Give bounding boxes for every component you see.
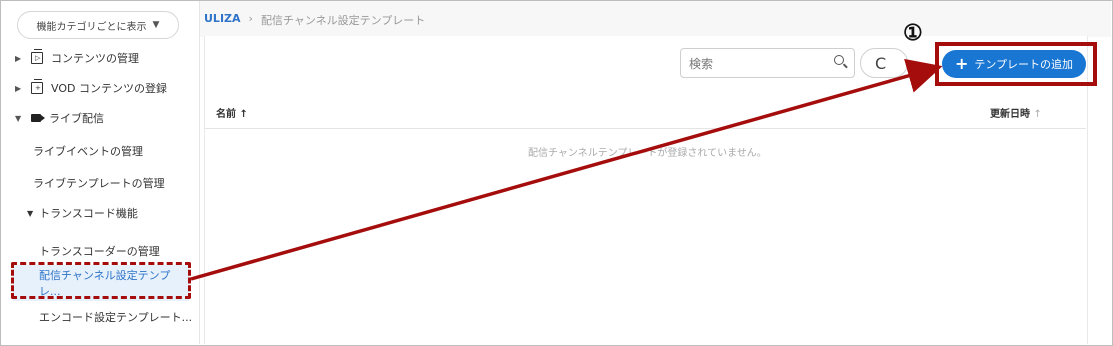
sidebar-item-label: VOD コンテンツの登録 (51, 82, 167, 95)
sidebar-item-live[interactable]: ▼ ライブ配信 (1, 104, 199, 132)
breadcrumb-separator: › (248, 12, 253, 25)
search-input[interactable]: 検索 (680, 48, 855, 78)
chevron-right-icon: ▶ (15, 53, 22, 63)
breadcrumb-current: 配信チャンネル設定テンプレート (260, 14, 426, 27)
sidebar-item-encode-templates[interactable]: エンコード設定テンプレート... (39, 303, 192, 331)
search-placeholder: 検索 (689, 56, 714, 71)
sidebar-item-vod-register[interactable]: ▶ + VOD コンテンツの登録 (1, 74, 199, 102)
empty-table-message: 配信チャンネルテンプレートが登録されていません。 (528, 148, 767, 159)
column-name-label: 名前 (216, 109, 236, 120)
column-updated-label: 更新日時 (990, 109, 1030, 120)
caret-down-icon: ▼ (152, 20, 160, 30)
sidebar-item-label: ライブ配信 (49, 112, 104, 125)
sidebar-item-label: トランスコード機能 (39, 207, 138, 220)
category-view-label: 機能カテゴリごとに表示 (36, 21, 147, 33)
chevron-down-icon: ▼ (15, 113, 22, 123)
sidebar-item-live-events[interactable]: ライブイベントの管理 (33, 137, 143, 165)
sidebar-item-label: コンテンツの管理 (51, 52, 139, 65)
sidebar-item-transcode[interactable]: ▼ トランスコード機能 (27, 199, 138, 227)
sort-up-icon: ↑ (239, 109, 248, 120)
sidebar-item-content-manage[interactable]: ▶ ▷ コンテンツの管理 (1, 44, 199, 72)
chevron-down-icon: ▼ (27, 208, 34, 218)
breadcrumb-root[interactable]: ULIZA (204, 12, 241, 28)
sidebar-item-label: 配信チャンネル設定テンプレ... (39, 269, 171, 298)
column-name-header[interactable]: 名前 ↑ (216, 105, 248, 120)
sidebar: 機能カテゴリごとに表示 ▼ ▶ ▷ コンテンツの管理 ▶ + VOD コンテンツ… (1, 1, 200, 344)
breadcrumb: ULIZA › 配信チャンネル設定テンプレート (204, 12, 425, 28)
red-highlight-annotation (935, 42, 1097, 86)
table-header (204, 98, 1086, 129)
step-number-annotation: ① (903, 20, 923, 46)
column-updated-header[interactable]: 更新日時 ↑ (990, 105, 1042, 120)
sidebar-item-live-templates[interactable]: ライブテンプレートの管理 (33, 169, 165, 197)
reload-button[interactable]: C (860, 48, 908, 78)
reload-icon: C (875, 53, 887, 73)
add-box-icon: + (31, 79, 43, 94)
sidebar-item-transcoders[interactable]: トランスコーダーの管理 (39, 237, 160, 265)
search-icon[interactable] (834, 55, 844, 65)
camera-icon (31, 114, 45, 122)
video-box-icon: ▷ (31, 49, 43, 64)
category-view-button[interactable]: 機能カテゴリごとに表示 ▼ (17, 11, 179, 39)
sort-up-icon: ↑ (1033, 109, 1042, 120)
chevron-right-icon: ▶ (15, 83, 22, 93)
sidebar-item-channel-templates[interactable]: 配信チャンネル設定テンプレ... (13, 265, 189, 301)
